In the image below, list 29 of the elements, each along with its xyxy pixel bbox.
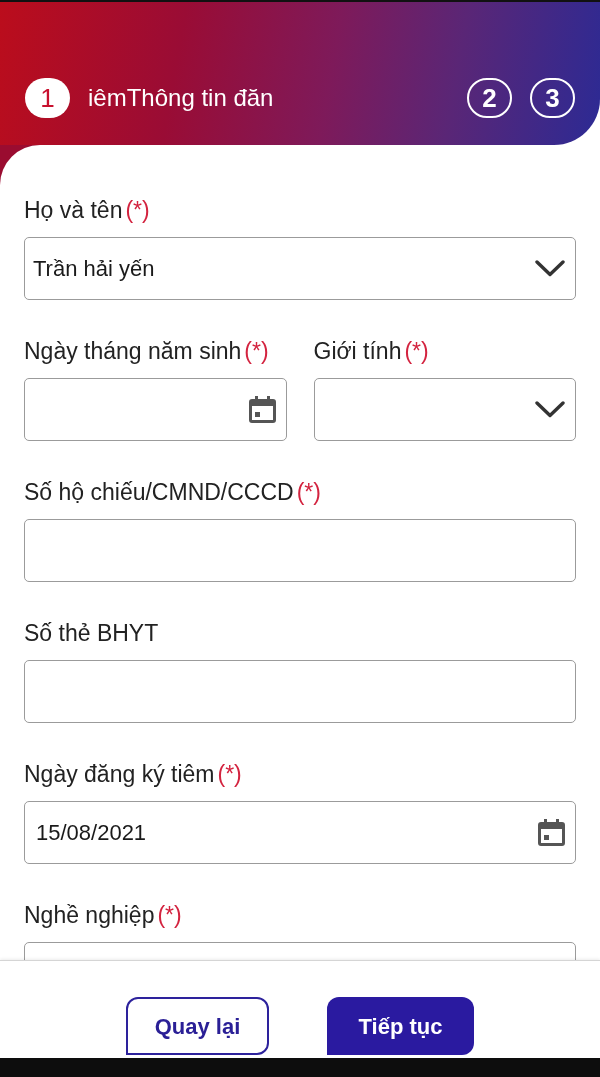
- step-indicator[interactable]: 2: [467, 78, 512, 118]
- dropdown-field[interactable]: Trần hải yến: [24, 237, 576, 300]
- next-button[interactable]: Tiếp tục: [327, 997, 474, 1055]
- field-label: Số thẻ BHYT: [24, 619, 159, 647]
- calendar-icon: [248, 396, 276, 423]
- step-indicator[interactable]: 3: [530, 78, 575, 118]
- field-label: Ngày đăng ký tiêm: [24, 760, 215, 788]
- required-mark: (*): [217, 760, 242, 788]
- back-button[interactable]: Quay lại: [126, 997, 269, 1055]
- field-label: Số hộ chiếu/CMND/CCCD: [24, 478, 294, 506]
- dropdown-field[interactable]: [313, 378, 576, 441]
- required-mark: (*): [157, 901, 182, 929]
- calendar-icon: [538, 819, 565, 846]
- chevron-down-icon: [535, 401, 565, 418]
- chevron-down-icon: [535, 260, 565, 277]
- field-label: Nghề nghiệp: [24, 901, 155, 929]
- field-label: Họ và tên: [24, 196, 123, 224]
- step-title: iêmThông tin đăn: [88, 83, 274, 113]
- text-field[interactable]: [24, 519, 576, 582]
- date-field[interactable]: [24, 378, 287, 441]
- required-mark: (*): [244, 337, 269, 365]
- field-label: Giới tính: [313, 337, 402, 365]
- required-mark: (*): [296, 478, 321, 506]
- required-mark: (*): [125, 196, 150, 224]
- required-mark: (*): [404, 337, 429, 365]
- step-indicator[interactable]: 1: [25, 78, 70, 118]
- date-field[interactable]: 15/08/2021: [24, 801, 576, 864]
- field-label: Ngày tháng năm sinh: [24, 337, 242, 365]
- text-field[interactable]: [24, 660, 576, 723]
